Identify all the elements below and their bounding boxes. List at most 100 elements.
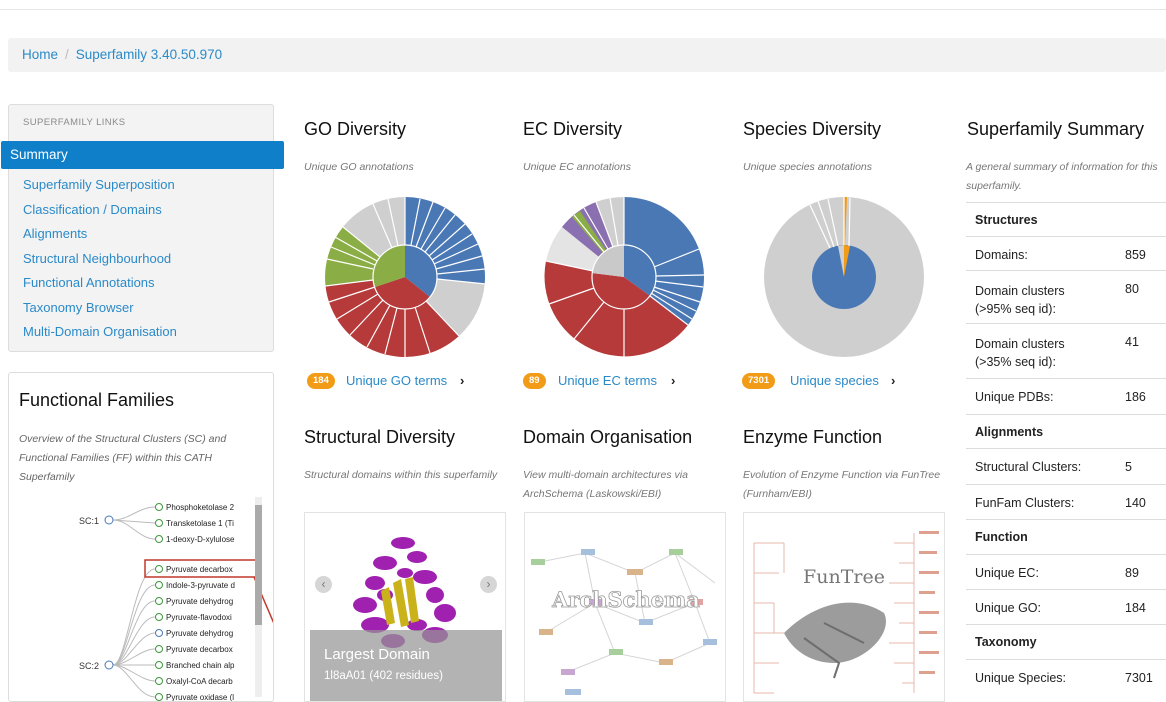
breadcrumb: Home / Superfamily 3.40.50.970 xyxy=(8,38,1166,72)
row-value: 859 xyxy=(1125,248,1146,262)
row-value: 41 xyxy=(1125,335,1139,349)
functional-families-tree[interactable]: SC:1 SC:2 Phosphoketolase 2 Transketolas… xyxy=(9,485,274,702)
row-value: 140 xyxy=(1125,496,1146,510)
leaf-label[interactable]: Pyruvate dehydrog xyxy=(166,597,233,606)
row-value: 186 xyxy=(1125,390,1146,404)
summary-row-funfam-clusters: FunFam Clusters: 140 xyxy=(966,484,1166,520)
structure-caption: Largest Domain 1l8aA01 (402 residues) xyxy=(310,630,502,701)
carousel-next-icon[interactable]: › xyxy=(480,576,497,593)
sc2-label: SC:2 xyxy=(79,661,99,671)
domain-organisation-subtitle: View multi-domain architectures via Arch… xyxy=(523,469,688,500)
sidebar-item-functional-annotations[interactable]: Functional Annotations xyxy=(23,275,155,290)
archschema-watermark: ArchSchema xyxy=(551,587,700,612)
summary-row-unique-ec: Unique EC: 89 xyxy=(966,554,1166,590)
ec-diversity-subtitle: Unique EC annotations xyxy=(523,161,631,173)
structure-carousel[interactable]: ‹ › Largest Domain 1l8aA01 (402 residues… xyxy=(304,512,506,702)
sidebar-item-superposition[interactable]: Superfamily Superposition xyxy=(23,177,175,192)
sc1-label: SC:1 xyxy=(79,516,99,526)
leaf-label[interactable]: Pyruvate decarbox xyxy=(166,645,233,654)
function-label: Function xyxy=(975,530,1028,544)
summary-row-pdbs: Unique PDBs: 186 xyxy=(966,378,1166,415)
sidebar-item-structural-neighbourhood[interactable]: Structural Neighbourhood xyxy=(23,251,171,266)
chevron-right-icon[interactable]: › xyxy=(460,373,464,388)
unique-ec-terms-link[interactable]: Unique EC terms xyxy=(558,373,657,388)
summary-row-domains: Domains: 859 xyxy=(966,236,1166,271)
funtree-graph: FunTree xyxy=(753,531,939,694)
row-label: Domain clusters (>35% seq id): xyxy=(975,337,1065,369)
domain-organisation-title: Domain Organisation xyxy=(523,427,693,447)
row-label: Unique PDBs: xyxy=(975,390,1054,404)
row-value: 5 xyxy=(1125,460,1132,474)
row-label: Domain clusters (>95% seq id): xyxy=(975,284,1065,316)
species-sunburst-chart[interactable] xyxy=(763,196,925,358)
largest-domain-detail: 1l8aA01 (402 residues) xyxy=(324,670,443,682)
sidebar-item-alignments[interactable]: Alignments xyxy=(23,226,87,241)
alignments-label: Alignments xyxy=(975,425,1044,439)
chevron-right-icon[interactable]: › xyxy=(891,373,895,388)
functional-families-title: Functional Families xyxy=(19,390,175,410)
row-label: Structural Clusters: xyxy=(975,460,1082,474)
carousel-prev-icon[interactable]: ‹ xyxy=(315,576,332,593)
leaf-label[interactable]: Oxalyl-CoA decarb xyxy=(166,677,233,686)
leaf-label[interactable]: Pyruvate decarbox xyxy=(166,565,233,574)
species-diversity-subtitle: Unique species annotations xyxy=(743,161,873,173)
leaf-label[interactable]: Phosphoketolase 2 xyxy=(166,503,235,512)
sc2-node[interactable] xyxy=(104,660,114,670)
structures-section-header: Structures xyxy=(966,202,1166,237)
functional-families-panel: Functional Families Overview of the Stru… xyxy=(8,372,274,702)
summary-row-unique-species: Unique Species: 7301 xyxy=(966,659,1166,697)
superfamily-summary-subtitle: A general summary of information for thi… xyxy=(966,161,1158,192)
row-value: 7301 xyxy=(1125,671,1153,685)
unique-go-terms-link[interactable]: Unique GO terms xyxy=(346,373,447,388)
summary-row-unique-go: Unique GO: 184 xyxy=(966,589,1166,625)
ec-sunburst-chart[interactable] xyxy=(543,196,705,358)
row-value: 89 xyxy=(1125,566,1139,580)
archschema-graph: ArchSchema xyxy=(531,549,717,695)
sidebar-item-classification[interactable]: Classification / Domains xyxy=(23,202,162,217)
row-label: Unique EC: xyxy=(975,566,1039,580)
functional-families-description: Overview of the Structural Clusters (SC)… xyxy=(19,433,227,483)
breadcrumb-separator: / xyxy=(65,47,69,62)
leaf-label[interactable]: 1-deoxy-D-xylulose xyxy=(166,535,235,544)
sidebar-item-summary[interactable]: Summary xyxy=(1,141,284,169)
breadcrumb-home-link[interactable]: Home xyxy=(22,47,58,62)
superfamily-links-panel: SUPERFAMILY LINKS Summary Superfamily Su… xyxy=(1,104,284,352)
go-diversity-title: GO Diversity xyxy=(304,119,407,139)
unique-species-link[interactable]: Unique species xyxy=(790,373,879,388)
leaf-label[interactable]: Branched chain alp xyxy=(166,661,235,670)
top-divider xyxy=(0,9,1166,10)
summary-row-structural-clusters: Structural Clusters: 5 xyxy=(966,448,1166,485)
row-label: Domains: xyxy=(975,248,1028,262)
leaf-label[interactable]: Pyruvate dehydrog xyxy=(166,629,233,638)
taxonomy-label: Taxonomy xyxy=(975,635,1037,649)
tree-scrollbar-thumb[interactable] xyxy=(255,505,262,625)
row-label: FunFam Clusters: xyxy=(975,496,1075,510)
row-label: Unique Species: xyxy=(975,671,1067,685)
structures-label: Structures xyxy=(975,213,1038,227)
species-diversity-title: Species Diversity xyxy=(743,119,882,139)
chevron-right-icon[interactable]: › xyxy=(671,373,675,388)
structural-diversity-title: Structural Diversity xyxy=(304,427,456,447)
funtree-thumbnail[interactable]: FunTree xyxy=(743,512,945,702)
superfamily-links-header: SUPERFAMILY LINKS xyxy=(23,117,126,128)
sidebar-item-taxonomy-browser[interactable]: Taxonomy Browser xyxy=(23,300,134,315)
leaf-label[interactable]: Indole-3-pyruvate d xyxy=(166,581,235,590)
summary-row-clusters95: Domain clusters (>95% seq id): 80 xyxy=(966,270,1166,324)
species-count-badge: 7301 xyxy=(742,373,776,389)
enzyme-function-subtitle: Evolution of Enzyme Function via FunTree… xyxy=(743,469,941,500)
superfamily-summary-title: Superfamily Summary xyxy=(967,119,1145,139)
sidebar-item-multi-domain[interactable]: Multi-Domain Organisation xyxy=(23,324,177,339)
go-sunburst-chart[interactable] xyxy=(324,196,486,358)
structural-diversity-subtitle: Structural domains within this superfami… xyxy=(304,469,498,481)
funtree-watermark: FunTree xyxy=(803,566,885,588)
taxonomy-section-header: Taxonomy xyxy=(966,624,1166,660)
leaf-label[interactable]: Pyruvate oxidase (l xyxy=(166,693,234,702)
leaf-label[interactable]: Transketolase 1 (Ti xyxy=(166,519,234,528)
row-value: 80 xyxy=(1125,282,1139,296)
leaf-label[interactable]: Pyruvate-flavodoxi xyxy=(166,613,232,622)
row-label: Unique GO: xyxy=(975,601,1042,615)
summary-row-clusters35: Domain clusters (>35% seq id): 41 xyxy=(966,323,1166,379)
breadcrumb-current[interactable]: Superfamily 3.40.50.970 xyxy=(76,47,222,62)
archschema-thumbnail[interactable]: ArchSchema xyxy=(524,512,726,702)
sc1-node[interactable] xyxy=(104,515,114,525)
